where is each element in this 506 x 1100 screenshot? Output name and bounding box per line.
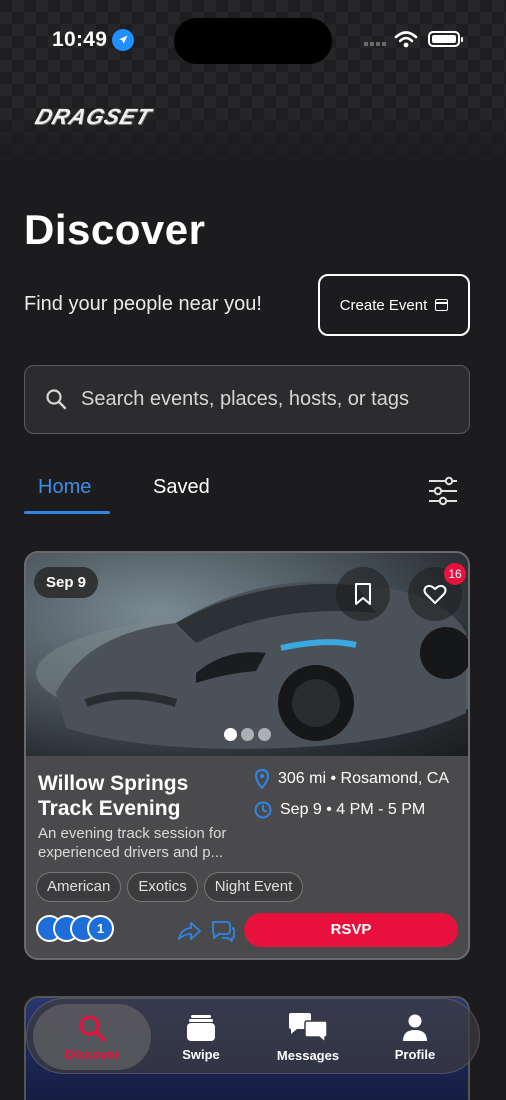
tab-saved[interactable]: Saved	[153, 476, 210, 499]
brand-logo: DRAGSET	[32, 104, 155, 129]
location-arrow-icon	[112, 29, 134, 51]
bottom-tab-bar: Discover Swipe Messages Profile	[26, 998, 480, 1074]
comment-icon[interactable]	[210, 919, 236, 948]
event-time: Sep 9 • 4 PM - 5 PM	[254, 801, 425, 819]
event-card[interactable]: Sep 9 16 Willow Springs Track Evening An…	[24, 551, 470, 960]
cards-icon	[187, 1014, 215, 1041]
event-location: 306 mi • Rosamond, CA	[254, 769, 449, 789]
create-event-button[interactable]: Create Event	[318, 274, 470, 336]
event-description: An evening track session for experienced…	[38, 825, 227, 861]
nav-messages-label: Messages	[276, 1047, 340, 1063]
nav-profile-label: Profile	[394, 1046, 436, 1062]
image-pager-dots[interactable]	[224, 728, 271, 741]
status-time: 10:49	[52, 28, 108, 51]
event-date-chip: Sep 9	[34, 567, 99, 598]
pager-dot[interactable]	[258, 728, 271, 741]
search-input[interactable]: Search events, places, hosts, or tags	[24, 365, 470, 434]
cell-signal-icon	[364, 42, 388, 46]
nav-swipe[interactable]: Swipe	[171, 999, 231, 1075]
event-title[interactable]: Willow Springs Track Evening	[38, 771, 248, 821]
map-pin-icon	[254, 769, 270, 789]
tag-chip[interactable]: Night Event	[203, 872, 304, 902]
event-photo[interactable]: Sep 9 16	[26, 553, 468, 756]
share-icon[interactable]	[176, 920, 202, 947]
clock-icon	[254, 801, 272, 819]
tag-chip[interactable]: American	[36, 872, 122, 902]
search-icon	[45, 388, 67, 415]
tab-home[interactable]: Home	[38, 476, 91, 499]
attendee-avatars[interactable]: 1	[36, 915, 114, 942]
page-title: Discover	[24, 206, 206, 253]
pager-dot[interactable]	[241, 728, 254, 741]
create-event-label: Create Event	[339, 296, 428, 314]
nav-swipe-label: Swipe	[182, 1046, 220, 1062]
calendar-icon	[435, 299, 449, 311]
event-datetime: Sep 9 • 4 PM - 5 PM	[280, 801, 426, 818]
tag-chip[interactable]: Exotics	[127, 872, 198, 902]
event-tags: American Exotics Night Event	[36, 872, 304, 902]
pager-dot[interactable]	[224, 728, 237, 741]
bookmark-icon	[355, 583, 371, 605]
person-icon	[403, 1014, 427, 1041]
nav-messages[interactable]: Messages	[271, 999, 345, 1075]
status-bar: 10:49	[0, 18, 506, 64]
filter-sliders-icon[interactable]	[427, 476, 459, 511]
battery-icon	[428, 31, 463, 47]
heart-icon	[423, 584, 447, 604]
nav-profile[interactable]: Profile	[389, 999, 441, 1075]
dynamic-island	[174, 18, 332, 64]
likes-count-badge: 16	[444, 563, 466, 585]
chat-bubbles-icon	[289, 1012, 328, 1044]
wifi-icon	[394, 30, 418, 53]
nav-discover[interactable]: Discover	[33, 1004, 151, 1070]
event-distance-location: 306 mi • Rosamond, CA	[278, 770, 450, 787]
bookmark-button[interactable]	[336, 567, 390, 621]
page-subtitle: Find your people near you!	[24, 293, 262, 315]
search-icon	[79, 1015, 106, 1042]
attendee-count: 1	[87, 915, 114, 942]
active-tab-indicator	[24, 511, 110, 514]
search-placeholder: Search events, places, hosts, or tags	[81, 388, 409, 410]
rsvp-button[interactable]: RSVP	[244, 913, 458, 947]
nav-discover-label: Discover	[64, 1046, 120, 1062]
